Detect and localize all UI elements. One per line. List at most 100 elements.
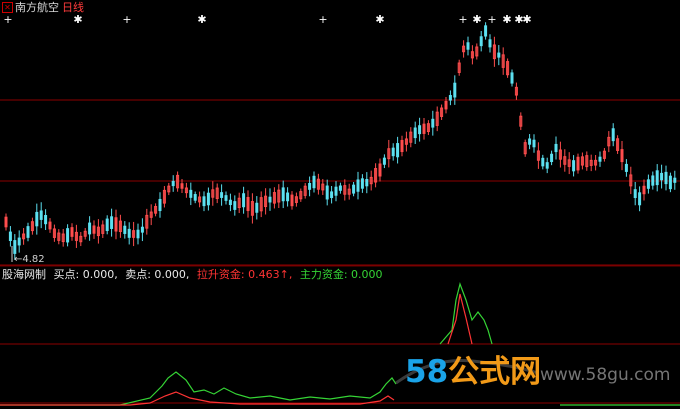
candle-body [352, 184, 356, 194]
candle-body [382, 157, 386, 165]
candle-body [255, 202, 259, 213]
candle-body [158, 198, 162, 212]
candle-body [554, 143, 558, 153]
candle-body [233, 201, 237, 210]
candle-body [66, 228, 70, 243]
indicator-bar: 股海网制 买点: 0.000, 卖点: 0.000, 拉升资金: 0.463↑,… [2, 268, 387, 281]
candle-body [189, 189, 193, 198]
candle-body [228, 199, 232, 206]
candle-body [418, 125, 422, 135]
candle-body [312, 175, 316, 189]
low-price-label: ←4.82 [14, 254, 45, 265]
candle-body [453, 82, 457, 98]
signal-marker: ✱ [197, 13, 206, 26]
main-funds-spike [439, 281, 493, 345]
candle-body [140, 226, 144, 233]
candle-body [268, 196, 272, 203]
candle-body [8, 231, 12, 242]
candle-body [413, 127, 417, 139]
candle-body [624, 163, 628, 172]
candle-body [123, 225, 127, 234]
candle-body [572, 160, 576, 172]
candle-body [541, 157, 545, 167]
candle-body [611, 128, 615, 142]
candle-body [105, 218, 109, 232]
candle-body [360, 178, 364, 189]
candle-body [220, 192, 224, 198]
candle-body [13, 240, 17, 254]
candle-body [325, 185, 329, 200]
watermark-url: www.58gu.com [540, 365, 671, 385]
candle-body [281, 187, 285, 202]
candle-body [127, 228, 131, 238]
candle-body [171, 180, 175, 187]
candle-body [224, 195, 228, 201]
minimize-icon[interactable]: ✕ [2, 2, 13, 13]
candle-body [338, 185, 342, 191]
candle-body [110, 216, 114, 229]
candle-body [655, 170, 659, 186]
candle-body [668, 175, 672, 190]
lift-funds-readout: 拉升资金: 0.463↑, [196, 268, 293, 281]
candle-body [448, 95, 452, 101]
signal-marker: ✱ [522, 13, 531, 26]
candle-body [479, 36, 483, 47]
candle-body [35, 211, 39, 227]
candle-body [550, 153, 554, 163]
candle-body [206, 192, 210, 206]
candle-body [651, 175, 655, 186]
candle-body [466, 42, 470, 50]
candle-body [391, 147, 395, 157]
candle-body [17, 237, 21, 246]
candle-body [673, 177, 677, 183]
signal-marker: ✱ [472, 13, 481, 26]
signal-marker: + [458, 13, 467, 26]
candle-body [660, 172, 664, 181]
indicator-name[interactable]: 股海网制 [2, 268, 46, 281]
signal-marker: + [318, 13, 327, 26]
candle-body [136, 229, 140, 239]
signal-marker: + [122, 13, 131, 26]
candle-body [39, 210, 43, 220]
candle-body [26, 226, 30, 238]
candle-body [308, 182, 312, 190]
candle-body [497, 52, 501, 58]
candle-body [202, 196, 206, 207]
main-funds-readout: 主力资金: 0.000 [299, 268, 383, 281]
candle-body [646, 179, 650, 189]
candle-body [88, 222, 92, 235]
candle-body [545, 162, 549, 169]
candle-body [528, 138, 532, 145]
candle-body [396, 143, 400, 158]
candle-body [633, 189, 637, 199]
low-price-value: 4.82 [22, 254, 45, 265]
chart-title-bar: ✕ 南方航空 日线 [2, 1, 84, 14]
lift-funds-spike [447, 293, 473, 345]
signal-marker: ✱ [73, 13, 82, 26]
candle-body [664, 171, 668, 185]
candle-body [488, 39, 492, 48]
candle-body [484, 25, 488, 37]
candle-body [44, 215, 48, 225]
signal-marker: + [487, 13, 496, 26]
candle-body [510, 72, 514, 84]
watermark-logo: 58公式网 [405, 354, 542, 390]
candlestick-chart[interactable]: + ✱ + ✱ + ✱ + ✱ + ✱ ✱✱ [0, 0, 680, 409]
candle-body [598, 156, 602, 162]
candle-body [356, 179, 360, 192]
candle-body [286, 192, 290, 202]
candle-body [242, 193, 246, 208]
sell-point-readout: 卖点: 0.000, [125, 268, 190, 281]
signal-marker: + [3, 13, 12, 26]
candle-body [334, 186, 338, 196]
candle-body [330, 191, 334, 199]
chart-period[interactable]: 日线 [62, 1, 84, 14]
candle-body [365, 178, 369, 187]
buy-point-readout: 买点: 0.000, [53, 268, 118, 281]
candle-body [193, 194, 197, 201]
signal-marker: ✱ [375, 13, 384, 26]
candle-body [431, 118, 435, 128]
stock-name: 南方航空 [15, 1, 59, 14]
candle-body [532, 139, 536, 148]
candle-body [638, 192, 642, 206]
